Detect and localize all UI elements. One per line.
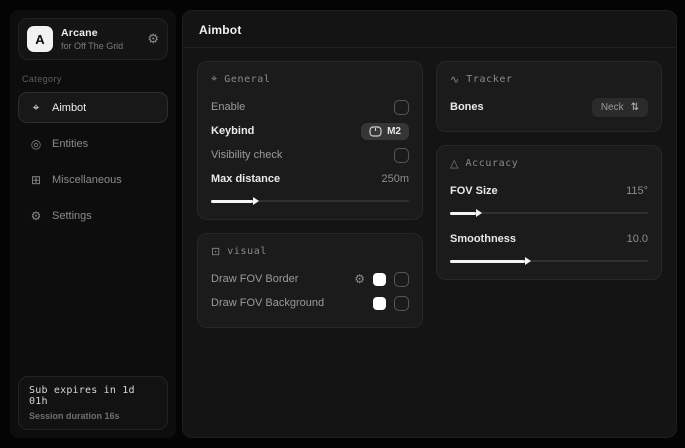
sidebar-nav: ⌖ Aimbot ◎ Entities ⊞ Miscellaneous ⚙ Se… xyxy=(18,92,168,231)
crosshair-icon: ⌖ xyxy=(211,73,217,86)
fov-border-color-swatch[interactable] xyxy=(373,273,386,286)
gear-icon: ⚙ xyxy=(29,209,43,223)
sub-expiry-text: Sub expires in 1d 01h xyxy=(29,385,157,407)
max-distance-label: Max distance xyxy=(211,173,280,185)
content: ⌖ General Enable Keybind xyxy=(183,48,676,341)
sidebar-item-label: Settings xyxy=(52,210,92,222)
max-distance-slider[interactable] xyxy=(211,196,409,206)
bones-row: Bones Neck ⇅ xyxy=(450,96,648,118)
draw-fov-background-controls xyxy=(373,296,409,311)
card-title: General xyxy=(224,74,270,85)
squared-dot-icon: ⊡ xyxy=(211,245,220,258)
keybind-row: Keybind M2 xyxy=(211,120,409,142)
smoothness-row: Smoothness 10.0 xyxy=(450,228,648,250)
keybind-button[interactable]: M2 xyxy=(361,123,409,140)
smoothness-value: 10.0 xyxy=(627,233,648,245)
main-panel: Aimbot ⌖ General Enable Keybind xyxy=(182,10,677,438)
window: A Arcane for Off The Grid ⚙ Category ⌖ A… xyxy=(0,0,685,448)
draw-fov-border-row: Draw FOV Border ⚙ xyxy=(211,268,409,290)
tracker-card-header: ∿ Tracker xyxy=(450,73,648,86)
general-card: ⌖ General Enable Keybind xyxy=(197,61,423,220)
draw-fov-border-checkbox[interactable] xyxy=(394,272,409,287)
max-distance-row: Max distance 250m xyxy=(211,168,409,190)
visual-card-header: ⊡ visual xyxy=(211,245,409,258)
page-title: Aimbot xyxy=(199,23,660,37)
draw-fov-background-row: Draw FOV Background xyxy=(211,292,409,314)
crosshair-icon: ⌖ xyxy=(29,100,43,115)
draw-fov-background-label: Draw FOV Background xyxy=(211,297,324,309)
session-duration-text: Session duration 16s xyxy=(29,411,157,421)
fov-background-color-swatch[interactable] xyxy=(373,297,386,310)
triangle-icon: △ xyxy=(450,157,458,170)
card-title: Accuracy xyxy=(465,158,518,169)
keybind-label: Keybind xyxy=(211,125,254,137)
sidebar-item-label: Miscellaneous xyxy=(52,174,122,186)
card-title: visual xyxy=(227,246,267,257)
gear-icon[interactable]: ⚙ xyxy=(354,272,365,286)
card-title: Tracker xyxy=(466,74,512,85)
slider-fill[interactable] xyxy=(450,212,476,215)
visibility-check-checkbox[interactable] xyxy=(394,148,409,163)
main-header: Aimbot xyxy=(183,11,676,48)
brand-text: Arcane for Off The Grid xyxy=(61,27,139,51)
sidebar-item-aimbot[interactable]: ⌖ Aimbot xyxy=(18,92,168,123)
scan-eye-icon: ◎ xyxy=(29,137,43,151)
fov-size-slider[interactable] xyxy=(450,208,648,218)
draw-fov-background-checkbox[interactable] xyxy=(394,296,409,311)
wave-icon: ∿ xyxy=(450,73,459,86)
bones-label: Bones xyxy=(450,101,484,113)
brand-card: A Arcane for Off The Grid ⚙ xyxy=(18,18,168,60)
draw-fov-border-controls: ⚙ xyxy=(354,272,409,287)
sidebar: A Arcane for Off The Grid ⚙ Category ⌖ A… xyxy=(10,10,176,438)
draw-fov-border-label: Draw FOV Border xyxy=(211,273,298,285)
left-column: ⌖ General Enable Keybind xyxy=(197,61,423,328)
right-column: ∿ Tracker Bones Neck ⇅ △ Accuracy xyxy=(436,61,662,280)
slider-fill[interactable] xyxy=(211,200,253,203)
sidebar-item-entities[interactable]: ◎ Entities xyxy=(18,129,168,159)
accuracy-card: △ Accuracy FOV Size 115° Smoothness 10.0 xyxy=(436,145,662,280)
enable-row: Enable xyxy=(211,96,409,118)
app-name: Arcane xyxy=(61,27,139,39)
visibility-check-row: Visibility check xyxy=(211,144,409,166)
bones-selected-value: Neck xyxy=(601,102,624,113)
mouse-icon xyxy=(369,126,382,137)
enable-checkbox[interactable] xyxy=(394,100,409,115)
fov-size-row: FOV Size 115° xyxy=(450,180,648,202)
fov-size-label: FOV Size xyxy=(450,185,498,197)
sidebar-item-miscellaneous[interactable]: ⊞ Miscellaneous xyxy=(18,165,168,195)
gear-icon[interactable]: ⚙ xyxy=(147,31,159,47)
sidebar-item-settings[interactable]: ⚙ Settings xyxy=(18,201,168,231)
category-label: Category xyxy=(22,74,164,84)
enable-label: Enable xyxy=(211,101,245,113)
subscription-info-box: Sub expires in 1d 01h Session duration 1… xyxy=(18,376,168,430)
max-distance-value: 250m xyxy=(381,173,409,185)
slider-fill[interactable] xyxy=(450,260,525,263)
app-logo: A xyxy=(27,26,53,52)
grid-icon: ⊞ xyxy=(29,173,43,187)
general-card-header: ⌖ General xyxy=(211,73,409,86)
app-subtitle: for Off The Grid xyxy=(61,41,139,51)
fov-size-value: 115° xyxy=(626,185,648,197)
sidebar-item-label: Entities xyxy=(52,138,88,150)
updown-arrows-icon: ⇅ xyxy=(631,102,639,113)
smoothness-label: Smoothness xyxy=(450,233,516,245)
visual-card: ⊡ visual Draw FOV Border ⚙ Draw FOV Back… xyxy=(197,233,423,328)
tracker-card: ∿ Tracker Bones Neck ⇅ xyxy=(436,61,662,132)
accuracy-card-header: △ Accuracy xyxy=(450,157,648,170)
keybind-value: M2 xyxy=(387,126,401,137)
visibility-check-label: Visibility check xyxy=(211,149,282,161)
bones-select[interactable]: Neck ⇅ xyxy=(592,98,648,117)
smoothness-slider[interactable] xyxy=(450,256,648,266)
sidebar-item-label: Aimbot xyxy=(52,102,86,114)
